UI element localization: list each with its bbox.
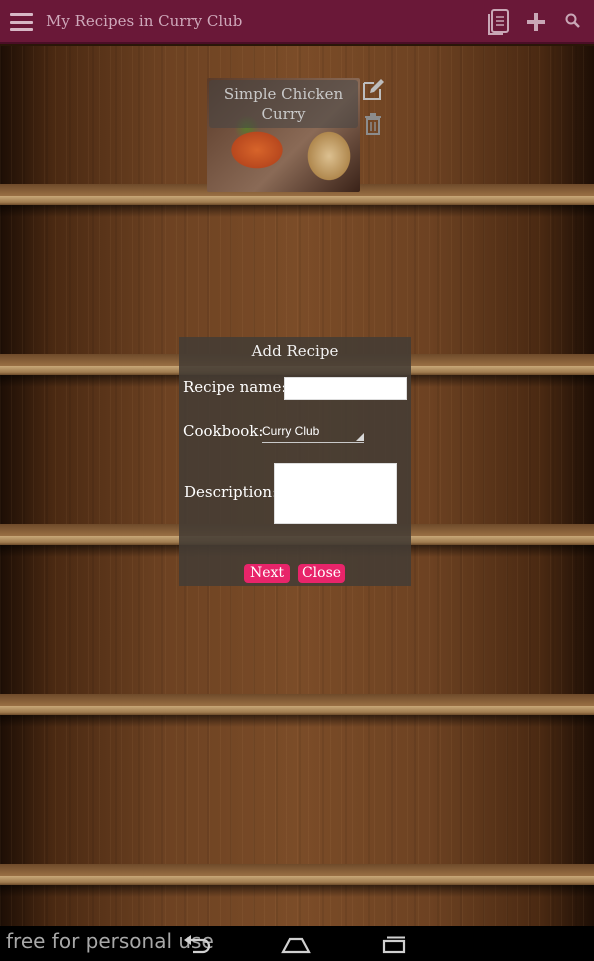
- add-icon[interactable]: [524, 8, 548, 36]
- recipe-card[interactable]: Simple Chicken Curry: [207, 78, 360, 192]
- recipe-name-label: Recipe name:: [183, 378, 287, 396]
- trash-icon[interactable]: [364, 113, 382, 135]
- edit-icon[interactable]: [361, 78, 385, 102]
- back-icon[interactable]: [181, 932, 213, 956]
- cookbook-select[interactable]: Curry Club: [262, 422, 364, 443]
- recipe-card-title: Simple Chicken Curry: [223, 85, 344, 123]
- cookbooks-icon[interactable]: [487, 8, 511, 36]
- shelf-board: [0, 694, 594, 727]
- recipe-name-input[interactable]: [284, 377, 407, 400]
- cookbook-select-value: Curry Club: [262, 424, 320, 438]
- home-icon[interactable]: [280, 932, 312, 956]
- cookbook-label: Cookbook:: [183, 422, 264, 440]
- hamburger-menu-icon[interactable]: [10, 13, 33, 31]
- shelf-board: [0, 864, 594, 897]
- description-input[interactable]: [274, 463, 397, 524]
- dropdown-arrow-icon: [356, 433, 364, 441]
- page-title: My Recipes in Curry Club: [46, 12, 243, 30]
- next-button[interactable]: Next: [244, 564, 290, 583]
- dialog-title: Add Recipe: [251, 342, 339, 360]
- description-label: Description:: [184, 483, 278, 501]
- close-button[interactable]: Close: [298, 564, 345, 583]
- app-bar: My Recipes in Curry Club: [0, 0, 594, 44]
- add-recipe-dialog: Add Recipe Recipe name: Cookbook: Curry …: [179, 337, 411, 586]
- system-nav-bar: free for personal use: [0, 926, 594, 961]
- search-icon[interactable]: [564, 11, 582, 31]
- recents-icon[interactable]: [378, 932, 410, 956]
